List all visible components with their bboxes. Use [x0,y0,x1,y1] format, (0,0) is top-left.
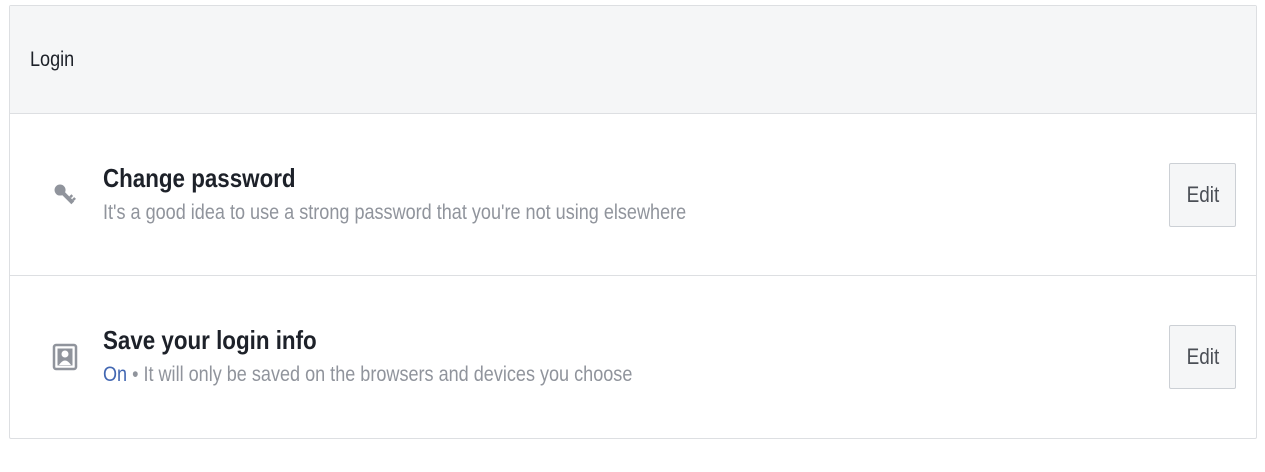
login-settings-panel: Login Change password It's a good idea t… [9,5,1257,439]
section-header: Login [10,6,1256,114]
status-on-label: On [103,363,128,386]
change-password-heading: Change password [103,162,296,193]
save-login-info-text: Save your login info On • It will only b… [103,324,1136,390]
save-login-info-row[interactable]: Save your login info On • It will only b… [10,276,1256,438]
save-login-info-heading: Save your login info [103,325,317,355]
change-password-row[interactable]: Change password It's a good idea to use … [10,114,1256,276]
status-separator: • [127,363,144,386]
section-title: Login [30,47,75,71]
key-icon [50,180,80,210]
change-password-edit-button[interactable]: Edit [1169,162,1236,227]
change-password-description: It's a good idea to use a strong passwor… [103,200,687,224]
edit-button-label: Edit [1186,344,1219,369]
person-portrait-icon [50,342,80,372]
save-login-info-description: It will only be saved on the browsers an… [143,363,633,386]
save-login-info-description-line: On • It will only be saved on the browse… [103,360,991,390]
change-password-text: Change password It's a good idea to use … [103,162,1136,228]
edit-button-label: Edit [1186,181,1219,207]
save-login-info-edit-button[interactable]: Edit [1169,325,1236,389]
